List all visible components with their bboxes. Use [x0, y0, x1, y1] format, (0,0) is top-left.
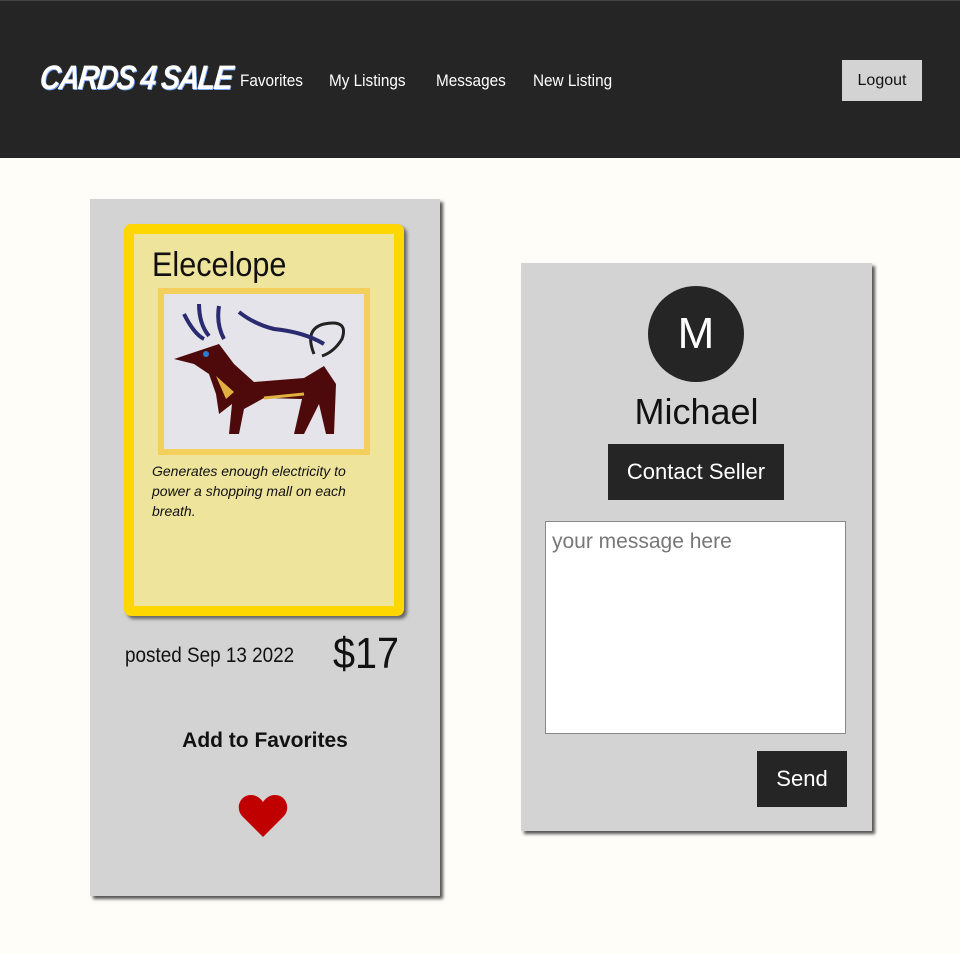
- nav-new-listing[interactable]: New Listing: [533, 71, 612, 91]
- seller-name: Michael: [634, 391, 759, 432]
- heart-icon[interactable]: [238, 794, 288, 838]
- card-image: [158, 288, 370, 455]
- add-to-favorites-label: Add to Favorites: [182, 729, 348, 752]
- posted-date: posted Sep 13 2022: [125, 644, 295, 667]
- listing-panel: Elecelope Generates enough electricity t…: [90, 199, 440, 896]
- seller-panel: M Michael Contact Seller Send: [521, 263, 872, 831]
- contact-seller-button[interactable]: Contact Seller: [608, 444, 784, 500]
- card-name: Elecelope: [152, 246, 287, 284]
- price: $17: [333, 629, 400, 678]
- top-nav: CARDS 4 SALE Favorites My Listings Messa…: [0, 0, 960, 158]
- nav-my-listings[interactable]: My Listings: [329, 71, 406, 91]
- card-description: Generates enough electricity to power a …: [152, 463, 346, 519]
- avatar: M: [648, 286, 744, 382]
- message-input[interactable]: [545, 521, 846, 734]
- nav-favorites[interactable]: Favorites: [240, 71, 303, 91]
- logout-button[interactable]: Logout: [842, 60, 922, 101]
- logo[interactable]: CARDS 4 SALE: [38, 59, 234, 98]
- send-button[interactable]: Send: [757, 751, 847, 807]
- nav-messages[interactable]: Messages: [436, 71, 506, 91]
- trading-card: Elecelope Generates enough electricity t…: [124, 224, 404, 616]
